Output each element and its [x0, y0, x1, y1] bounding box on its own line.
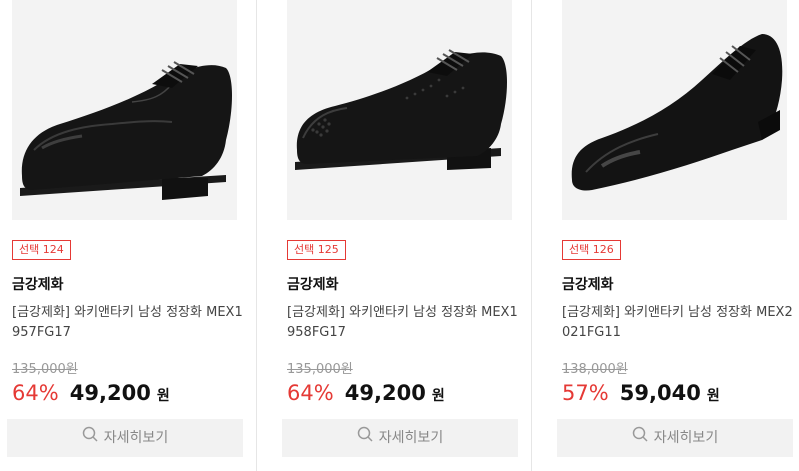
price-row: 64% 49,200 원 — [287, 381, 445, 405]
currency-unit: 원 — [431, 388, 445, 404]
sale-price: 59,040 — [619, 381, 701, 405]
product-name[interactable]: [금강제화] 와키앤타키 남성 정장화 MEX1957FG17 — [12, 303, 247, 343]
view-details-button[interactable]: 자세히보기 — [7, 419, 243, 457]
shoe-icon — [20, 61, 233, 200]
view-details-label: 자세히보기 — [378, 430, 444, 446]
discount-rate: 64% — [287, 381, 334, 405]
search-icon — [632, 419, 648, 457]
search-icon — [82, 419, 98, 457]
selection-badge: 선택 125 — [287, 240, 346, 260]
original-price: 135,000원 — [287, 362, 353, 377]
view-details-label: 자세히보기 — [103, 430, 169, 446]
brand-name: 금강제화 — [287, 277, 339, 293]
product-card[interactable]: 선택 126 금강제화 [금강제화] 와키앤타키 남성 정장화 MEX2021F… — [532, 0, 799, 471]
shoe-icon — [571, 34, 783, 191]
sale-price: 49,200 — [69, 381, 151, 405]
product-card[interactable]: 선택 125 금강제화 [금강제화] 와키앤타키 남성 정장화 MEX1958F… — [257, 0, 531, 471]
view-details-button[interactable]: 자세히보기 — [557, 419, 793, 457]
shoe-icon — [295, 49, 507, 170]
product-image[interactable] — [562, 0, 787, 220]
product-image[interactable] — [287, 0, 512, 220]
view-details-label: 자세히보기 — [653, 430, 719, 446]
product-name[interactable]: [금강제화] 와키앤타키 남성 정장화 MEX2021FG11 — [562, 303, 797, 343]
discount-rate: 64% — [12, 381, 59, 405]
product-card[interactable]: 선택 124 금강제화 [금강제화] 와키앤타키 남성 정장화 MEX1957F… — [0, 0, 256, 471]
brand-name: 금강제화 — [12, 277, 64, 293]
selection-badge: 선택 124 — [12, 240, 71, 260]
product-grid: 선택 124 금강제화 [금강제화] 와키앤타키 남성 정장화 MEX1957F… — [0, 0, 799, 471]
view-details-button[interactable]: 자세히보기 — [282, 419, 518, 457]
original-price: 138,000원 — [562, 362, 628, 377]
sale-price: 49,200 — [344, 381, 426, 405]
price-row: 64% 49,200 원 — [12, 381, 170, 405]
price-row: 57% 59,040 원 — [562, 381, 720, 405]
currency-unit: 원 — [706, 388, 720, 404]
product-name[interactable]: [금강제화] 와키앤타키 남성 정장화 MEX1958FG17 — [287, 303, 522, 343]
brand-name: 금강제화 — [562, 277, 614, 293]
search-icon — [357, 419, 373, 457]
currency-unit: 원 — [156, 388, 170, 404]
original-price: 135,000원 — [12, 362, 78, 377]
selection-badge: 선택 126 — [562, 240, 621, 260]
discount-rate: 57% — [562, 381, 609, 405]
product-image[interactable] — [12, 0, 237, 220]
